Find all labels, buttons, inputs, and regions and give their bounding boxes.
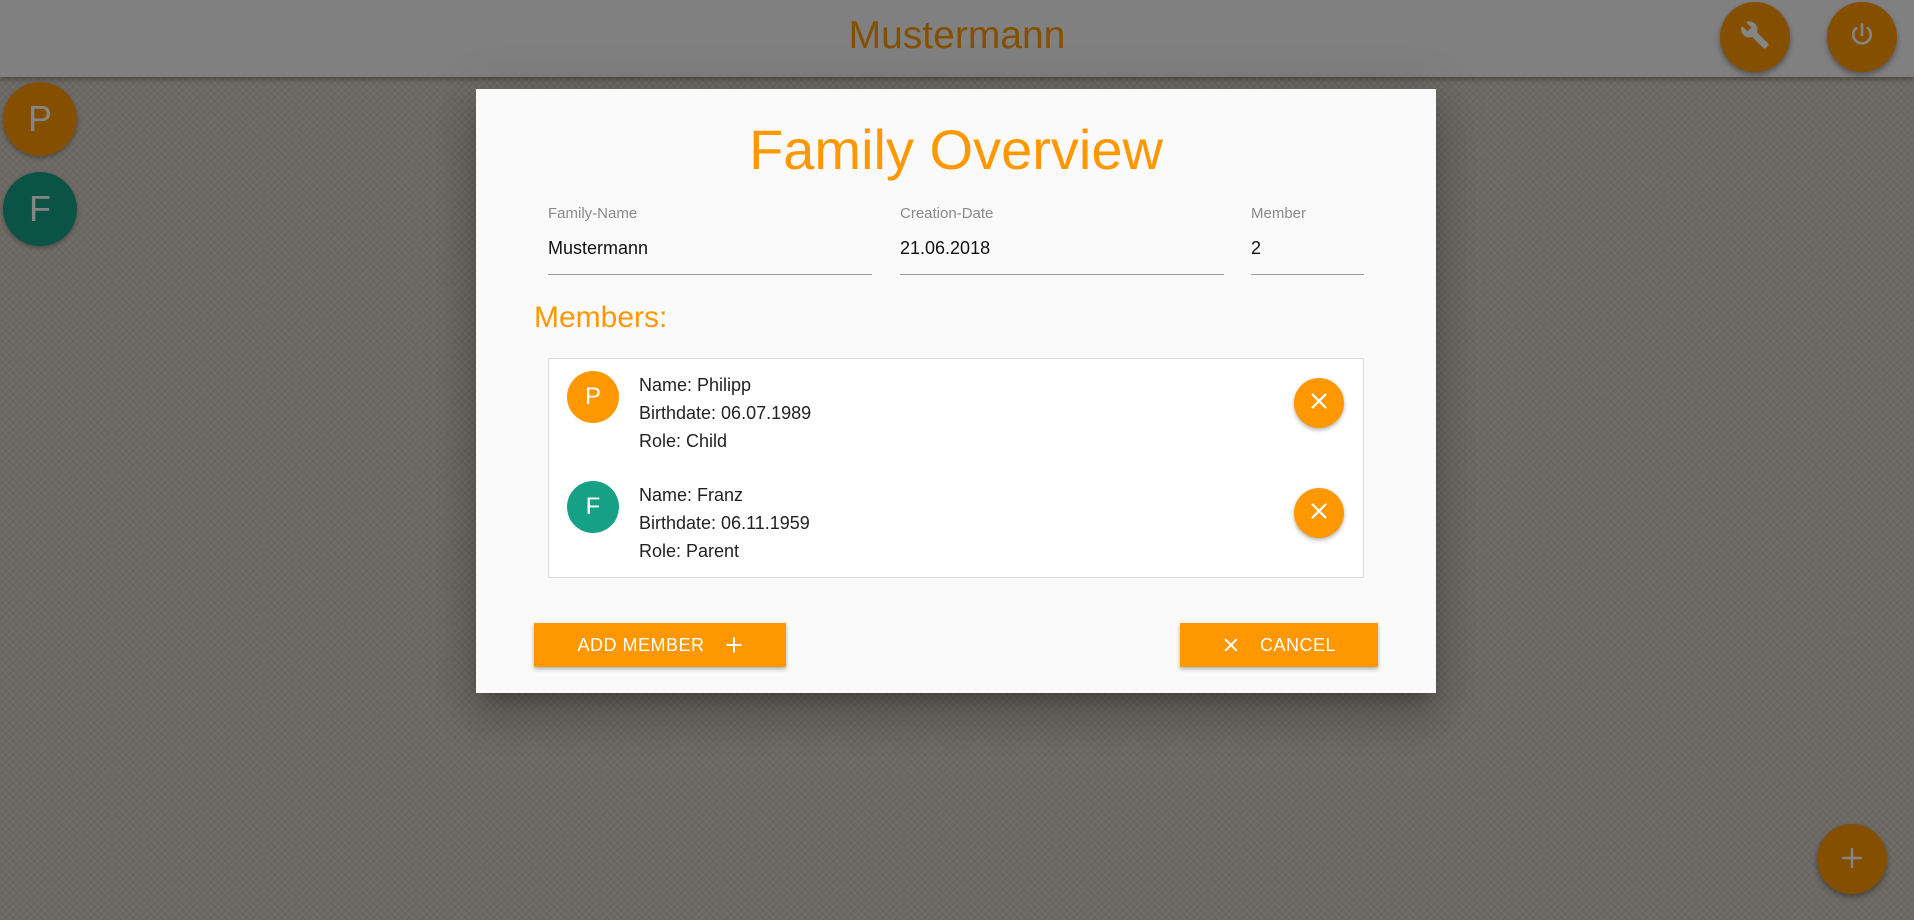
member-name: Name: Franz [639,485,744,505]
members-heading: Members: [534,301,668,334]
remove-member-button[interactable] [1294,378,1344,428]
add-member-button[interactable]: ADD MEMBER [534,623,786,667]
close-icon [1222,636,1240,654]
creation-date-input[interactable]: 21.06.2018 [900,238,1224,275]
member-role: Role: Child [639,431,728,451]
list-item: P Name: Philipp Birthdate: 06.07.1989 Ro… [549,359,1363,459]
avatar: F [567,481,619,533]
member-name: Name: Philipp [639,375,752,395]
avatar-initial: P [584,383,601,410]
plus-icon [725,636,743,654]
member-count-field[interactable]: Member 2 [1251,205,1364,275]
member-count-input[interactable]: 2 [1251,238,1364,275]
creation-date-field[interactable]: Creation-Date 21.06.2018 [900,205,1224,275]
field-label: Family-Name [548,205,638,222]
add-member-label: ADD MEMBER [577,634,705,655]
member-birthdate: Birthdate: 06.11.1959 [639,513,810,533]
member-info: Name: Philipp Birthdate: 06.07.1989 Role… [639,371,811,455]
close-icon [1308,500,1330,527]
member-role: Role: Parent [639,541,740,561]
members-list: P Name: Philipp Birthdate: 06.07.1989 Ro… [548,358,1364,578]
close-icon [1308,390,1330,417]
family-overview-dialog: Family Overview Family-Name Mustermann C… [476,89,1436,693]
field-label: Creation-Date [900,205,994,222]
family-name-input[interactable]: Mustermann [548,238,872,275]
member-birthdate: Birthdate: 06.07.1989 [639,403,812,423]
list-item: F Name: Franz Birthdate: 06.11.1959 Role… [549,469,1363,569]
cancel-label: CANCEL [1259,634,1337,655]
remove-member-button[interactable] [1294,488,1344,538]
field-label: Member [1251,205,1307,222]
avatar: P [567,371,619,423]
dialog-title: Family Overview [749,118,1163,181]
family-name-field[interactable]: Family-Name Mustermann [548,205,872,275]
member-info: Name: Franz Birthdate: 06.11.1959 Role: … [639,481,810,565]
cancel-button[interactable]: CANCEL [1180,623,1378,667]
avatar-initial: F [585,493,601,520]
